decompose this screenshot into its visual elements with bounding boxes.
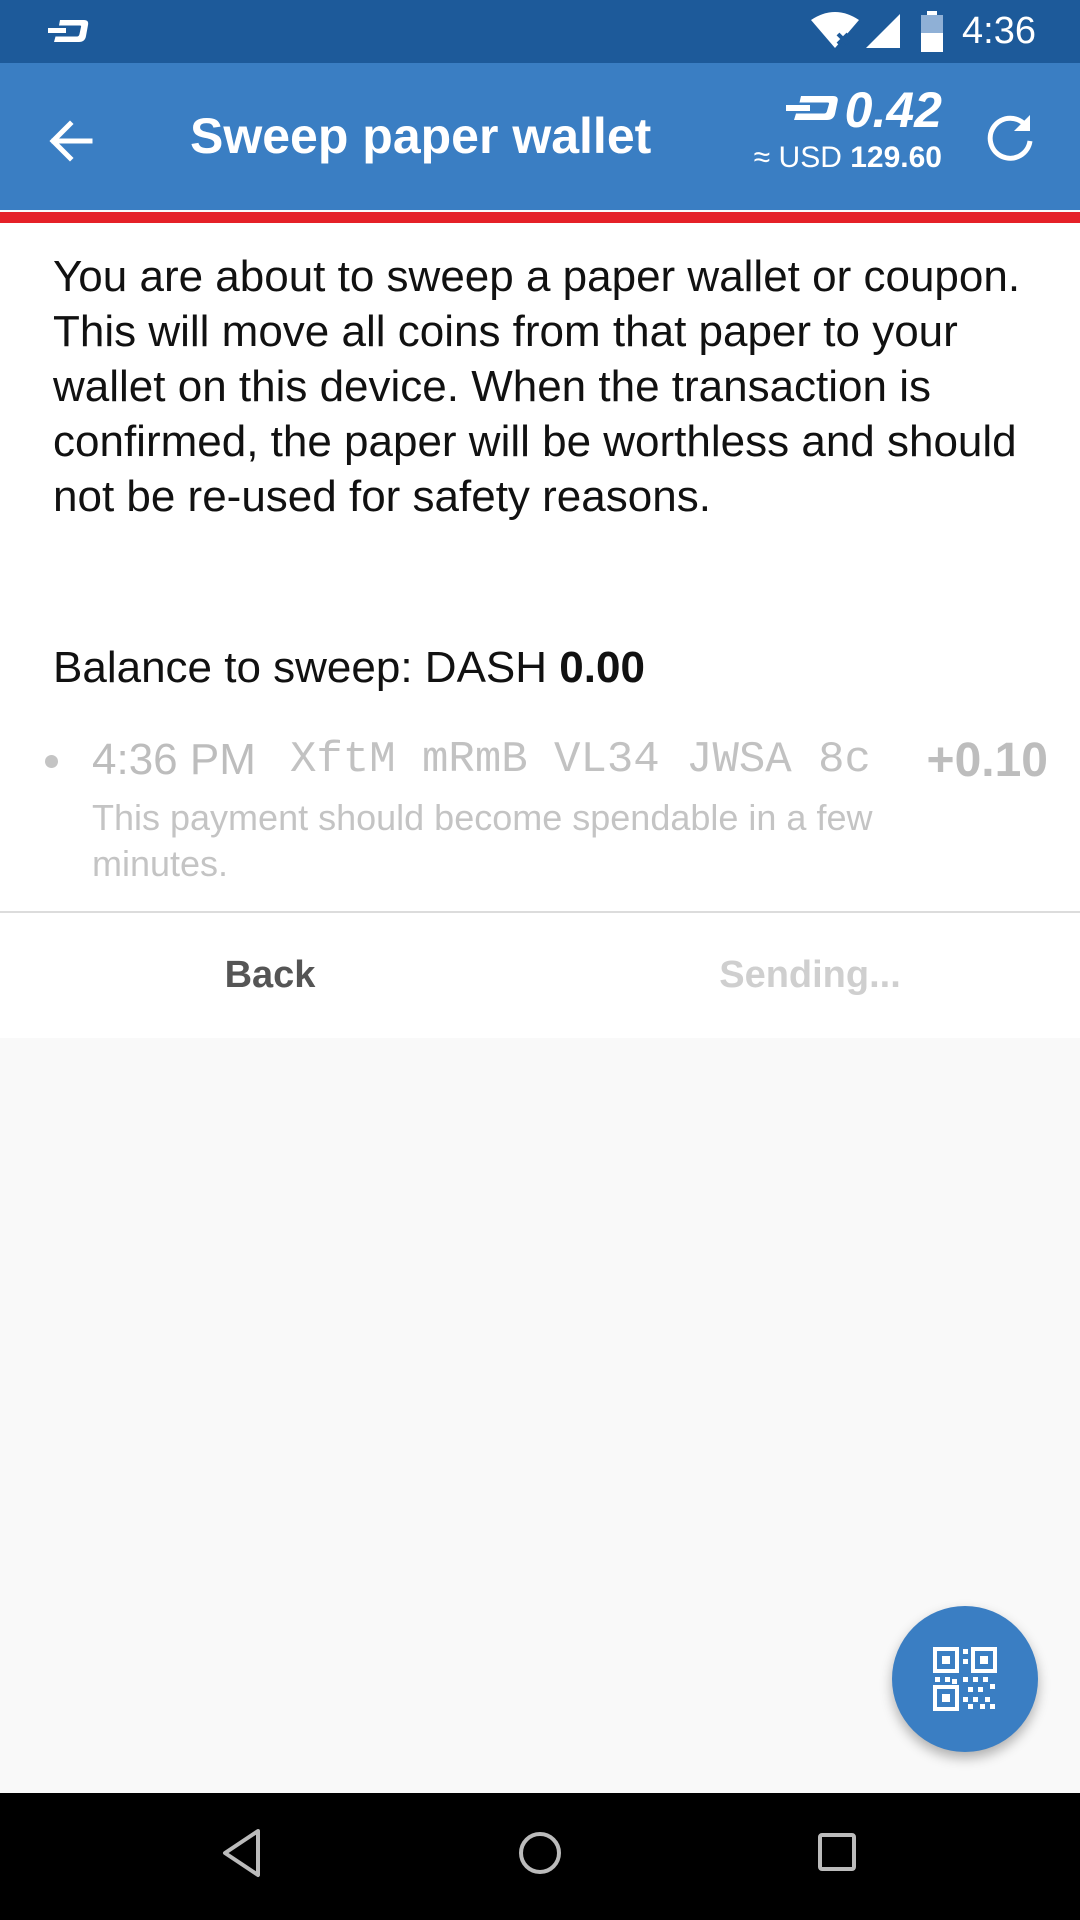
battery-icon [920,11,944,58]
back-arrow-button[interactable] [42,111,102,171]
balance-to-sweep: Balance to sweep: DASH 0.00 [53,643,645,693]
nav-recents-icon [818,1833,856,1871]
balance-value: 0.00 [559,643,645,692]
balance-fiat: ≈ USD 129.60 [754,141,942,175]
cell-signal-icon [864,12,902,55]
sending-button[interactable]: Sending... [540,913,1080,1038]
intro-text: You are about to sweep a paper wallet or… [53,252,1021,521]
fiat-value: 129.60 [850,141,942,174]
transaction-address: XftM mRmB VL34 JWSA 8c… [290,735,870,785]
wifi-icon [810,12,860,55]
balance-label: Balance to sweep: DASH [53,643,548,692]
qr-code-icon [933,1647,997,1711]
arrow-back-icon [49,120,93,162]
dash-logo-icon [46,18,90,49]
system-navigation-bar [0,1793,1080,1920]
scan-qr-button[interactable] [892,1606,1038,1752]
nav-home-button[interactable] [516,1827,564,1884]
nav-recents-button[interactable] [816,1827,860,1884]
wallet-balance[interactable]: 0.42 ≈ USD 129.60 [754,81,942,175]
accent-divider [0,212,1080,223]
balance-amount: 0.42 [844,82,942,138]
refresh-button[interactable] [980,107,1042,169]
refresh-icon [987,115,1033,161]
transaction-amount: +0.10 [926,734,1048,787]
transaction-row[interactable]: 4:36 PM XftM mRmB VL34 JWSA 8c… +0.10 Th… [0,723,1080,884]
nav-back-button[interactable] [220,1827,262,1884]
back-button[interactable]: Back [0,913,540,1038]
transaction-bullet [45,755,58,768]
status-time: 4:36 [962,10,1036,52]
transaction-time: 4:36 PM [92,735,256,784]
sweep-content: You are about to sweep a paper wallet or… [0,223,1080,1038]
nav-back-icon [223,1829,260,1877]
page-title: Sweep paper wallet [190,108,652,164]
transaction-note: This payment should become spendable in … [92,797,873,884]
fiat-prefix: ≈ USD [753,141,842,174]
app-bar: Sweep paper wallet 0.42 ≈ USD 129.60 [0,63,1080,210]
nav-home-icon [519,1832,561,1874]
status-bar: 4:36 [0,0,1080,63]
dash-currency-icon [783,93,839,128]
